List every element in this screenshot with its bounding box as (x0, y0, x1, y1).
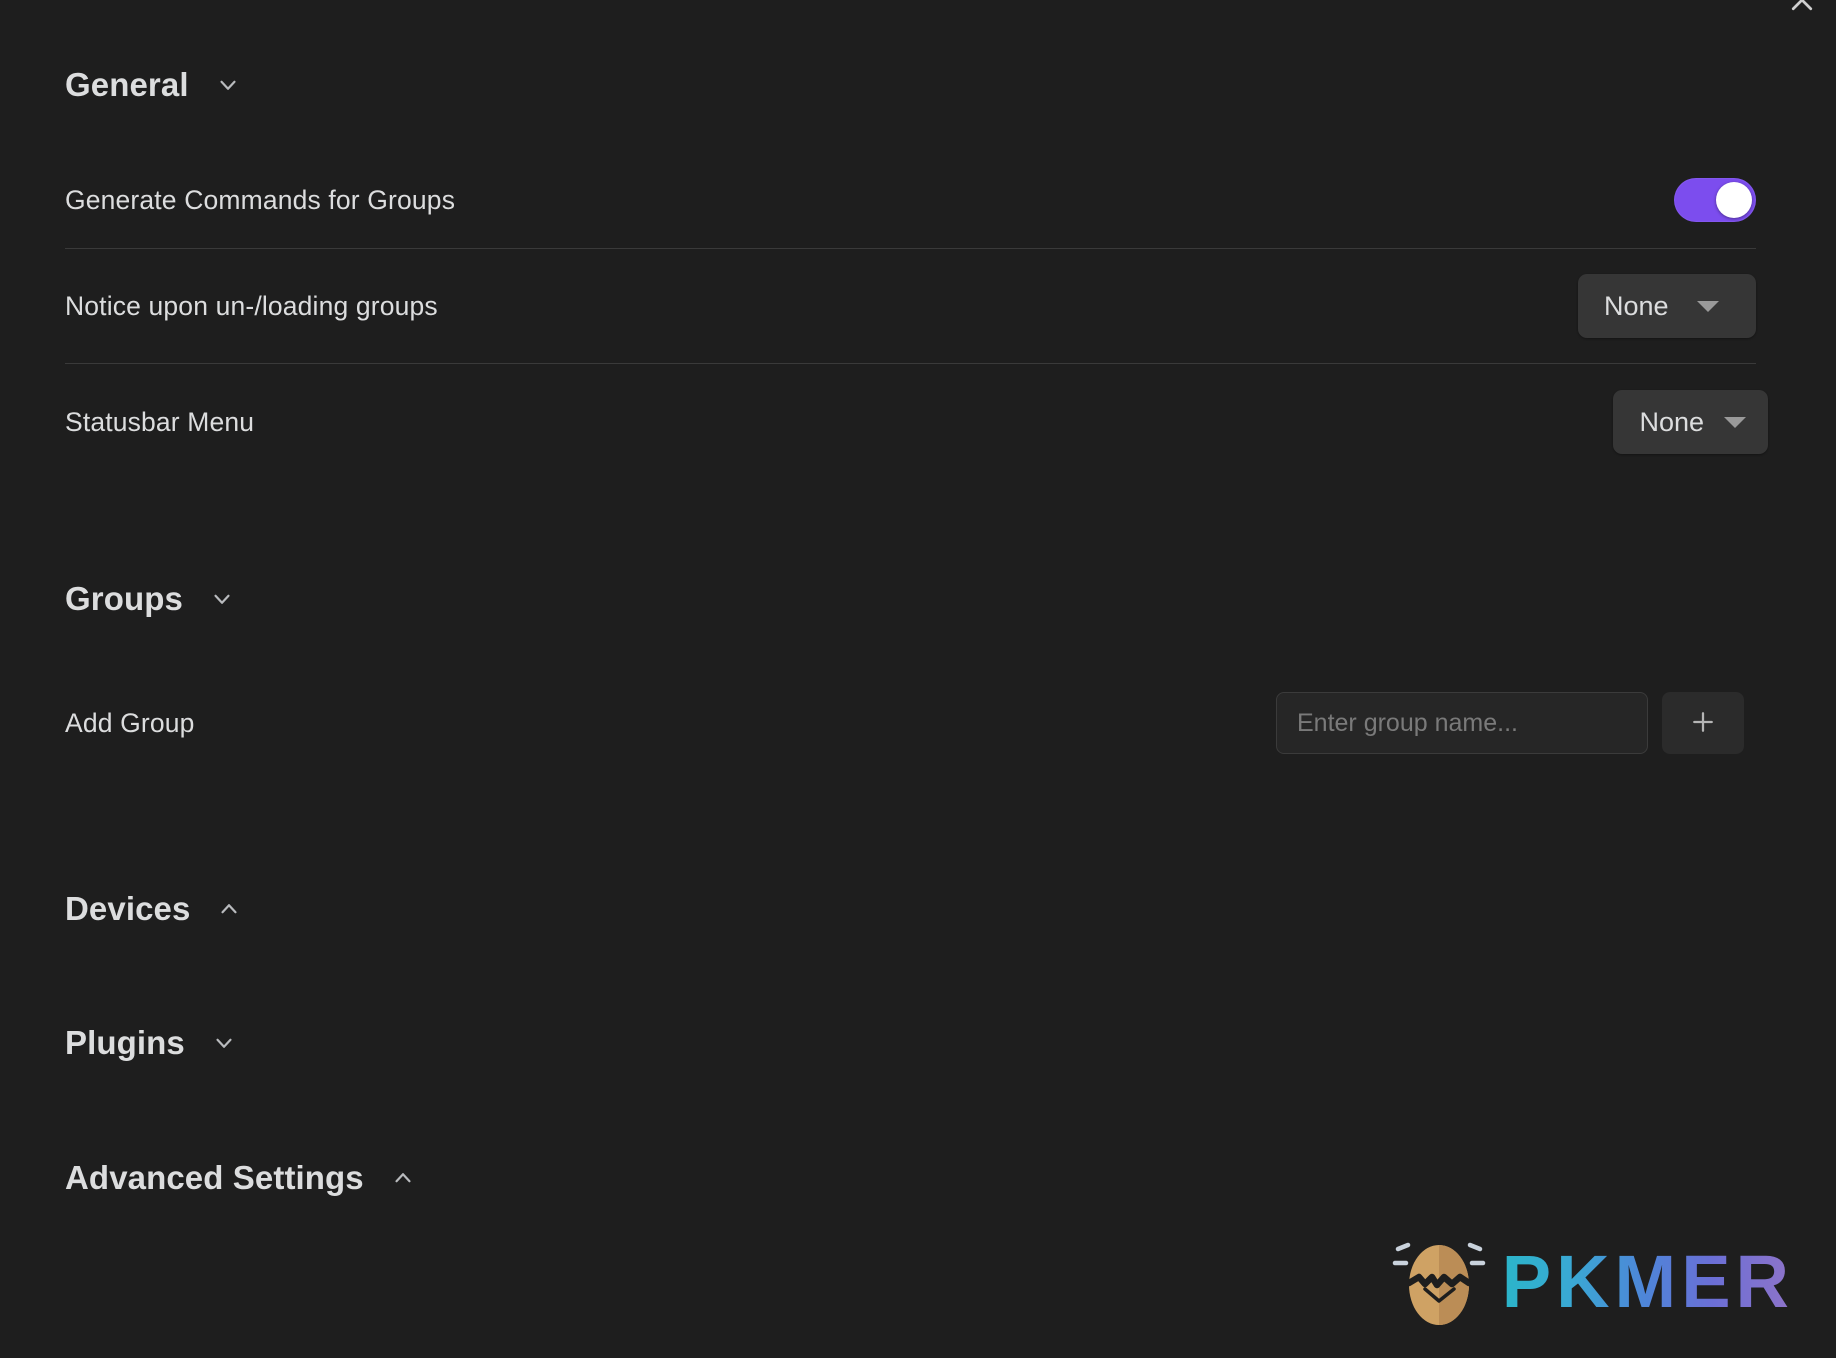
section-title-advanced-settings: Advanced Settings (65, 1159, 364, 1196)
chevron-up-icon[interactable] (216, 896, 242, 922)
add-group-button[interactable] (1662, 692, 1744, 754)
setting-row-notice-loading: Notice upon un-/loading groups None (65, 249, 1756, 363)
chevron-down-icon[interactable] (209, 586, 235, 612)
section-header-general[interactable]: General (65, 66, 1756, 104)
setting-row-generate-commands: Generate Commands for Groups (65, 152, 1756, 248)
setting-control-statusbar-menu: None (1613, 390, 1768, 454)
chevron-down-icon[interactable] (211, 1030, 237, 1056)
generate-commands-toggle[interactable] (1674, 178, 1756, 222)
chevron-down-icon[interactable] (215, 72, 241, 98)
setting-label-add-group: Add Group (65, 707, 195, 738)
settings-pane: General Generate Commands for Groups Not… (0, 0, 1836, 1358)
plus-icon (1688, 707, 1718, 740)
setting-control-generate-commands (1674, 178, 1756, 222)
chevron-up-icon[interactable] (390, 1165, 416, 1191)
setting-control-add-group (1276, 692, 1744, 754)
section-title-plugins: Plugins (65, 1024, 185, 1061)
notice-loading-dropdown-value: None (1604, 290, 1669, 321)
section-header-devices[interactable]: Devices (65, 890, 1756, 928)
chevron-down-icon (1696, 300, 1719, 312)
section-title-groups: Groups (65, 580, 183, 617)
setting-label-notice-loading: Notice upon un-/loading groups (65, 290, 438, 321)
toggle-knob (1716, 182, 1752, 218)
statusbar-menu-dropdown[interactable]: None (1613, 390, 1768, 454)
setting-row-statusbar-menu: Statusbar Menu None (65, 364, 1768, 480)
section-header-advanced-settings[interactable]: Advanced Settings (65, 1159, 1756, 1197)
notice-loading-dropdown[interactable]: None (1578, 274, 1756, 338)
setting-label-generate-commands: Generate Commands for Groups (65, 184, 456, 215)
section-title-general: General (65, 66, 189, 103)
setting-row-add-group: Add Group (65, 680, 1756, 766)
group-name-input[interactable] (1276, 692, 1648, 754)
setting-label-statusbar-menu: Statusbar Menu (65, 406, 255, 437)
chevron-down-icon (1724, 416, 1746, 428)
statusbar-menu-dropdown-value: None (1639, 406, 1704, 437)
setting-control-notice-loading: None (1578, 274, 1756, 338)
section-header-plugins[interactable]: Plugins (65, 1024, 1756, 1062)
section-header-groups[interactable]: Groups (65, 580, 1756, 618)
section-title-devices: Devices (65, 890, 191, 927)
